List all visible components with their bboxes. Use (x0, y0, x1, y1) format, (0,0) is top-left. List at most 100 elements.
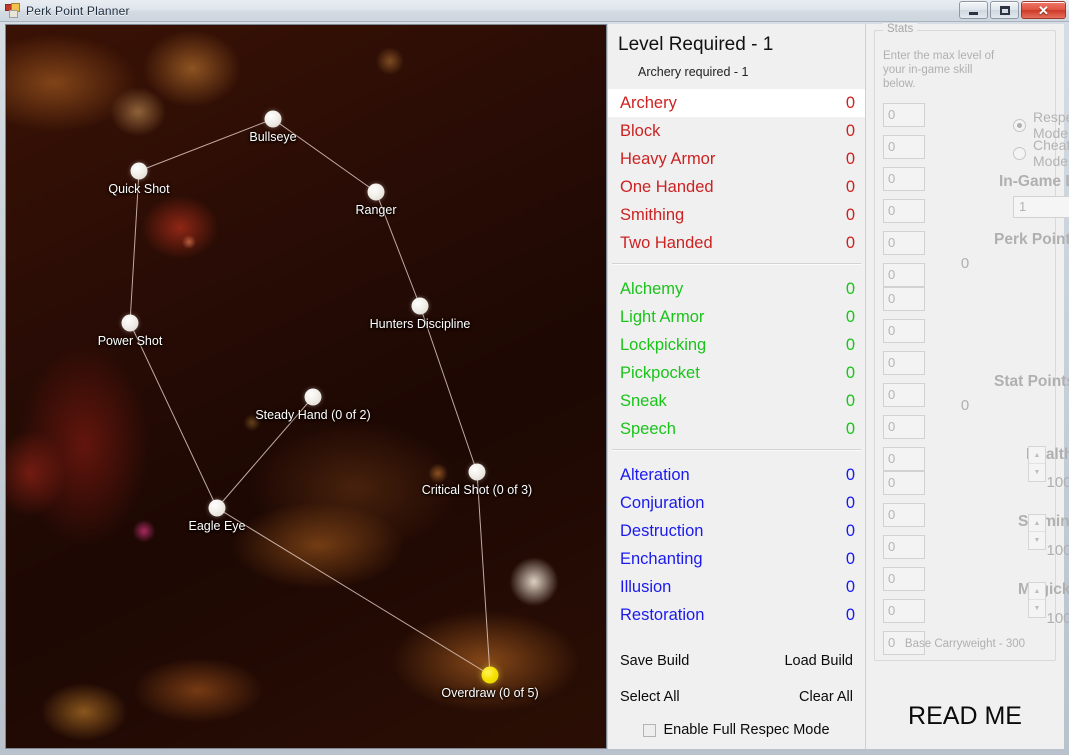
skill-level-input-12[interactable]: 0 (883, 447, 925, 471)
skill-level-input-11[interactable]: 0 (883, 415, 925, 439)
skill-row-alteration[interactable]: Alteration 0 (608, 461, 865, 489)
perk-node-overdraw-0-of-5[interactable] (481, 666, 499, 684)
select-all-button[interactable]: Select All (620, 689, 680, 705)
skill-row-block[interactable]: Block 0 (608, 117, 865, 145)
full-respec-row[interactable]: Enable Full Respec Mode (608, 715, 865, 745)
perk-node-quick-shot[interactable] (130, 162, 148, 180)
skill-row-pickpocket[interactable]: Pickpocket 0 (608, 359, 865, 387)
skill-value: 0 (845, 149, 855, 168)
perk-node-ranger[interactable] (367, 183, 385, 201)
base-carryweight-label: Base Carryweight - 300 (904, 638, 1026, 650)
skill-name: Pickpocket (620, 363, 700, 382)
clear-all-button[interactable]: Clear All (799, 689, 853, 705)
skill-level-input-2[interactable]: 0 (883, 135, 925, 159)
skill-value: 0 (845, 605, 855, 624)
stamina-spinner[interactable]: ▲ ▼ (1028, 514, 1046, 550)
app-window: Perk Point Planner ✕ Bullseye Quick Shot R… (0, 0, 1069, 755)
skill-row-restoration[interactable]: Restoration 0 (608, 601, 865, 629)
skill-name: Alteration (620, 465, 690, 484)
skill-value: 0 (845, 307, 855, 326)
skill-level-input-4[interactable]: 0 (883, 199, 925, 223)
minimize-button[interactable] (959, 1, 988, 19)
stamina-spinner-up-icon[interactable]: ▲ (1029, 515, 1045, 532)
respec-mode-radio-dot[interactable] (1013, 118, 1026, 132)
skill-name: Light Armor (620, 307, 705, 326)
skill-row-illusion[interactable]: Illusion 0 (608, 573, 865, 601)
skill-level-input-17[interactable]: 0 (883, 599, 925, 623)
skill-level-input-15[interactable]: 0 (883, 535, 925, 559)
skill-value: 0 (845, 233, 855, 252)
skill-value: 0 (845, 549, 855, 568)
cheat-mode-radio[interactable]: Cheat Mode (1013, 137, 1069, 169)
read-me-button[interactable]: READ ME (866, 702, 1064, 731)
perk-node-hunters-discipline[interactable] (411, 297, 429, 315)
skill-value: 0 (845, 363, 855, 382)
perk-label: Ranger (355, 203, 397, 217)
skill-level-input-1[interactable]: 0 (883, 103, 925, 127)
skill-value: 0 (845, 493, 855, 512)
skill-level-input-5[interactable]: 0 (883, 231, 925, 255)
skill-group-divider (612, 263, 861, 265)
stat-points-left-value: 0 (960, 397, 970, 414)
skill-name: Conjuration (620, 493, 705, 512)
skill-row-light-armor[interactable]: Light Armor 0 (608, 303, 865, 331)
skill-group: Alteration 0 Conjuration 0 Destruction 0 Encha… (608, 461, 865, 629)
perk-node-bullseye[interactable] (264, 110, 282, 128)
skill-value: 0 (845, 177, 855, 196)
perk-node-eagle-eye[interactable] (208, 499, 226, 517)
load-build-button[interactable]: Load Build (784, 653, 853, 669)
skill-row-lockpicking[interactable]: Lockpicking 0 (608, 331, 865, 359)
skill-level-input-7[interactable]: 0 (883, 287, 925, 311)
perk-tree-canvas[interactable]: Bullseye Quick Shot Ranger Hunters Discipli… (5, 24, 607, 749)
skill-row-sneak[interactable]: Sneak 0 (608, 387, 865, 415)
skill-level-input-9[interactable]: 0 (883, 351, 925, 375)
magicka-spinner-down-icon[interactable]: ▼ (1029, 600, 1045, 617)
close-button[interactable]: ✕ (1021, 1, 1066, 19)
cheat-mode-radio-dot[interactable] (1013, 146, 1026, 160)
skill-value: 0 (845, 279, 855, 298)
health-spinner[interactable]: ▲ ▼ (1028, 446, 1046, 482)
skill-name: Speech (620, 419, 676, 438)
skill-name: Two Handed (620, 233, 713, 252)
perk-label: Power Shot (97, 334, 163, 348)
skill-name: Alchemy (620, 279, 684, 298)
magicka-spinner-up-icon[interactable]: ▲ (1029, 583, 1045, 600)
skill-row-alchemy[interactable]: Alchemy 0 (608, 275, 865, 303)
perk-edge (216, 507, 491, 676)
maximize-button[interactable] (990, 1, 1019, 19)
health-spinner-down-icon[interactable]: ▼ (1029, 464, 1045, 481)
skill-row-smithing[interactable]: Smithing 0 (608, 201, 865, 229)
stats-groupbox: Stats Enter the max level of your in-gam… (874, 23, 1069, 661)
full-respec-checkbox[interactable] (643, 723, 657, 737)
skill-row-two-handed[interactable]: Two Handed 0 (608, 229, 865, 257)
perk-node-steady-hand-0-of-2[interactable] (304, 388, 322, 406)
in-game-level-input[interactable]: 1 (1013, 196, 1069, 218)
perk-node-critical-shot-0-of-3[interactable] (468, 463, 486, 481)
skill-name: Lockpicking (620, 335, 707, 354)
skill-level-input-8[interactable]: 0 (883, 319, 925, 343)
skill-value: 0 (845, 205, 855, 224)
window-controls: ✕ (959, 1, 1066, 19)
skill-level-input-13[interactable]: 0 (883, 471, 925, 495)
skill-row-one-handed[interactable]: One Handed 0 (608, 173, 865, 201)
close-icon: ✕ (1038, 2, 1049, 18)
skill-required-label: Archery required - 1 (638, 65, 749, 79)
skill-level-input-14[interactable]: 0 (883, 503, 925, 527)
skill-level-input-3[interactable]: 0 (883, 167, 925, 191)
skill-panel: Level Required - 1 Archery required - 1 … (607, 24, 865, 749)
health-spinner-up-icon[interactable]: ▲ (1029, 447, 1045, 464)
skill-group: Archery 0 Block 0 Heavy Armor 0 One Handed 0 Smi… (608, 89, 865, 257)
stamina-spinner-down-icon[interactable]: ▼ (1029, 532, 1045, 549)
perk-node-power-shot[interactable] (121, 314, 139, 332)
skill-row-enchanting[interactable]: Enchanting 0 (608, 545, 865, 573)
skill-row-conjuration[interactable]: Conjuration 0 (608, 489, 865, 517)
magicka-spinner[interactable]: ▲ ▼ (1028, 582, 1046, 618)
skill-row-archery[interactable]: Archery 0 (608, 89, 865, 117)
skill-row-heavy-armor[interactable]: Heavy Armor 0 (608, 145, 865, 173)
perk-label: Eagle Eye (188, 519, 246, 533)
skill-level-input-16[interactable]: 0 (883, 567, 925, 591)
save-build-button[interactable]: Save Build (620, 653, 689, 669)
skill-row-destruction[interactable]: Destruction 0 (608, 517, 865, 545)
skill-value: 0 (845, 521, 855, 540)
skill-row-speech[interactable]: Speech 0 (608, 415, 865, 443)
